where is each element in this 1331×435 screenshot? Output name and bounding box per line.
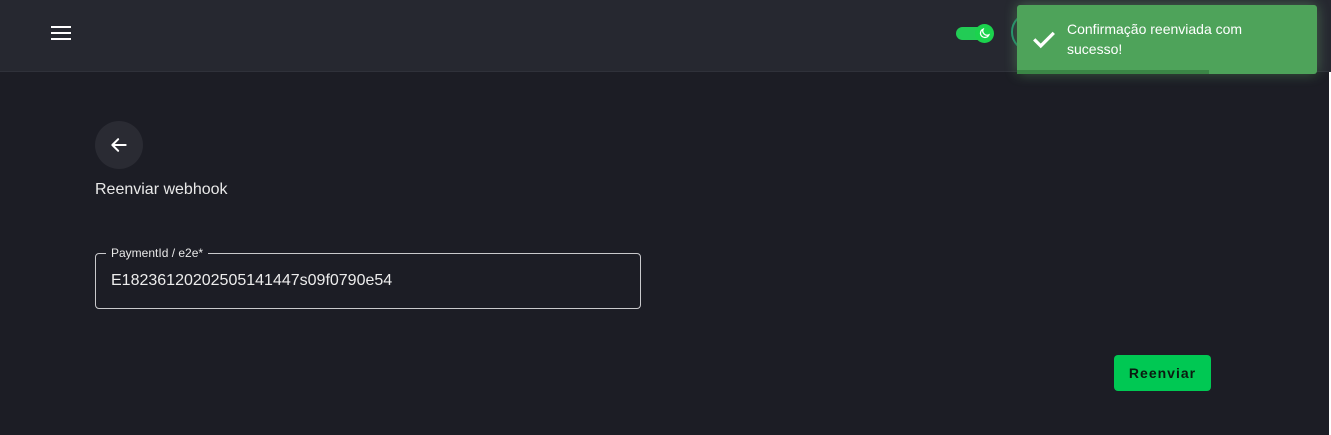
success-toast: Confirmação reenviada com sucesso! — [1017, 5, 1317, 74]
menu-button[interactable] — [44, 16, 78, 50]
check-icon — [1033, 31, 1055, 49]
payment-id-field[interactable]: PaymentId / e2e* — [95, 246, 641, 309]
toast-progress-bar — [1017, 70, 1209, 74]
back-button[interactable] — [95, 121, 143, 169]
page-title: Reenviar webhook — [95, 181, 228, 198]
moon-icon — [979, 27, 991, 39]
payment-id-input[interactable] — [96, 254, 640, 308]
theme-toggle[interactable] — [956, 24, 994, 44]
resend-button[interactable]: Reenviar — [1114, 355, 1211, 391]
arrow-left-icon — [111, 138, 127, 152]
menu-icon — [51, 26, 71, 40]
toast-message: Confirmação reenviada com sucesso! — [1067, 21, 1243, 57]
toggle-knob — [975, 24, 994, 43]
